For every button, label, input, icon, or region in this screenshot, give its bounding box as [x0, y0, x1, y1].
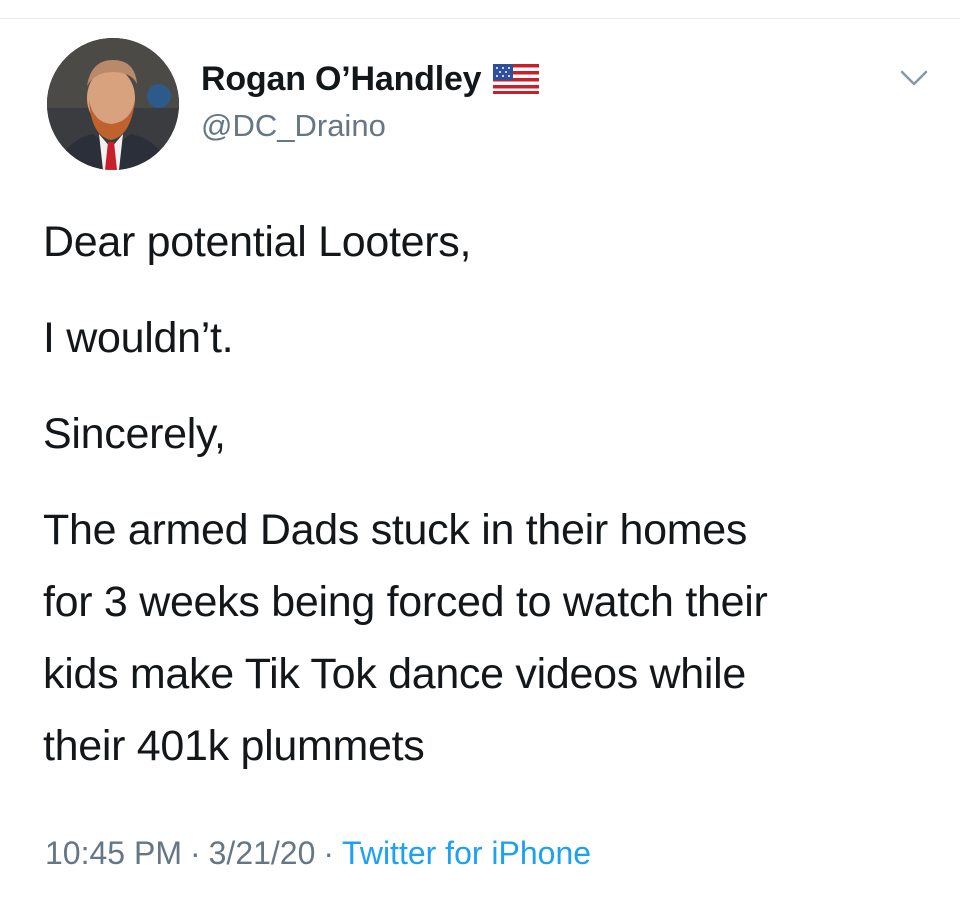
tweet-paragraph: The armed Dads stuck in their homes for …: [43, 506, 768, 770]
tweet-time[interactable]: 10:45 PM: [45, 835, 182, 871]
meta-separator: ·: [189, 835, 201, 871]
tweet-paragraph: Dear potential Looters,: [43, 218, 472, 266]
tweet-text: Dear potential Looters, I wouldn’t. Sinc…: [43, 206, 943, 782]
chevron-down-icon[interactable]: [896, 64, 932, 92]
tweet-meta: 10:45 PM · 3/21/20 · Twitter for iPhone: [45, 835, 591, 872]
meta-separator: ·: [323, 835, 335, 871]
author-display-name[interactable]: Rogan O’Handley: [201, 60, 482, 99]
tweet-source-link[interactable]: Twitter for iPhone: [342, 835, 591, 871]
us-flag-icon: [493, 64, 540, 94]
tweet-paragraph: Sincerely,: [43, 410, 226, 458]
author-name-row: Rogan O’Handley: [201, 57, 540, 101]
tweet-paragraph: I wouldn’t.: [43, 314, 234, 362]
tweet-card: Rogan O’Handley @DC_Draino Dear potentia…: [0, 0, 960, 913]
avatar-image: [47, 38, 179, 170]
tweet-date[interactable]: 3/21/20: [209, 835, 316, 871]
avatar[interactable]: [47, 38, 179, 170]
author-handle[interactable]: @DC_Draino: [201, 108, 386, 144]
